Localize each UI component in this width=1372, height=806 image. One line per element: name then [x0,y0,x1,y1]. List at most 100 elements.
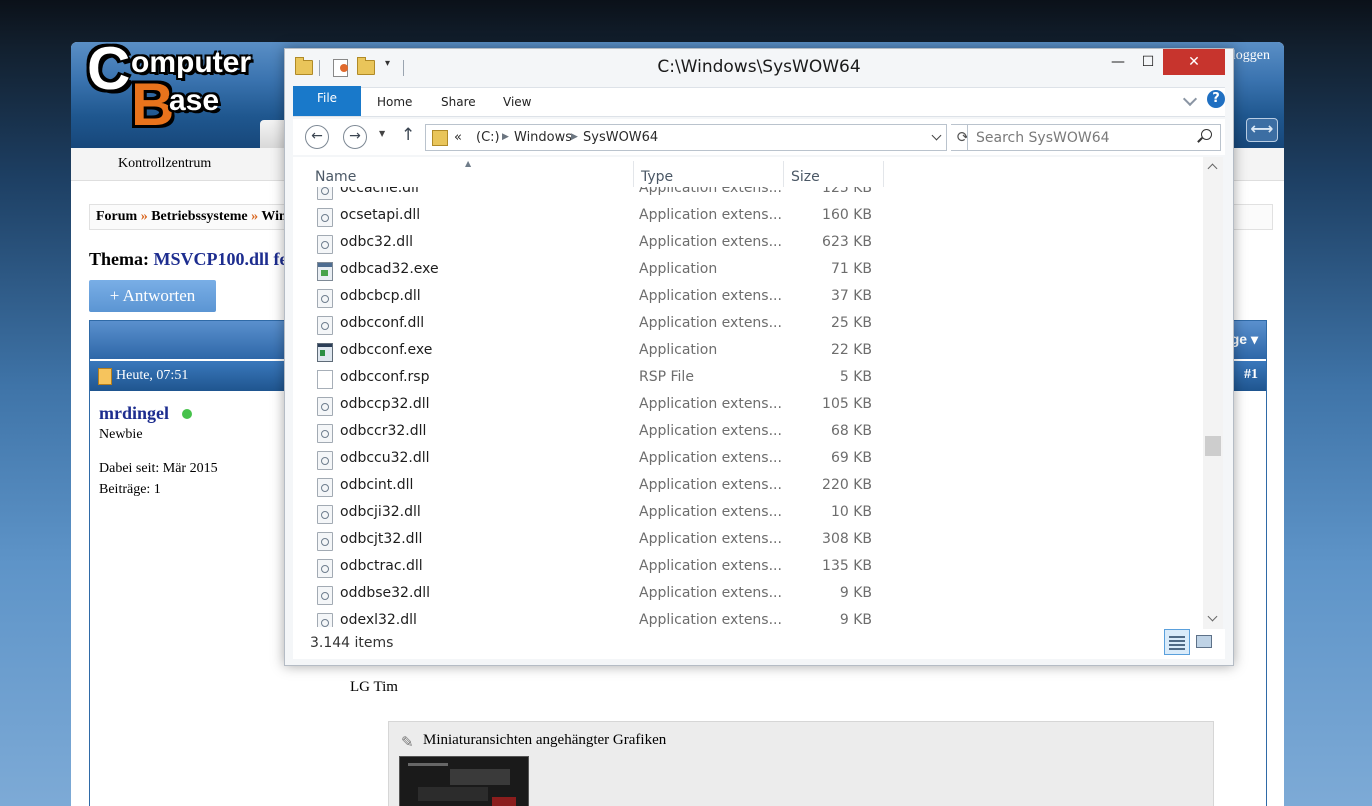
file-type: Application extens... [639,477,782,493]
thread-tools-dropdown[interactable]: ge ▾ [1231,331,1258,348]
back-button[interactable]: ← [305,125,329,149]
address-bar[interactable]: « (C:) ▶ Windows ▶ SysWOW64 [425,124,947,151]
swap-arrows-icon[interactable]: ⟷ [1246,118,1278,142]
file-size: 105 KB [822,396,872,412]
file-row[interactable]: odbc32.dll Application extens... 623 KB [293,230,1203,257]
tab-share[interactable]: Share [441,88,476,116]
address-crumb-syswow64[interactable]: SysWOW64 [583,125,658,150]
file-type: Application extens... [639,288,782,304]
file-name[interactable]: odbc32.dll [340,234,413,250]
column-name[interactable]: Name [315,169,356,185]
breadcrumb-item[interactable]: Betriebssysteme [151,209,247,224]
breadcrumb-item[interactable]: Win [261,209,286,224]
maximize-button[interactable]: ☐ [1133,49,1163,75]
forward-button[interactable]: → [343,125,367,149]
vertical-scrollbar[interactable] [1203,157,1223,629]
file-row[interactable]: odbccr32.dll Application extens... 68 KB [293,419,1203,446]
address-crumb-windows[interactable]: Windows [514,125,572,150]
file-type: Application extens... [639,396,782,412]
file-name[interactable]: odbcad32.exe [340,261,439,277]
navigation-bar: ← → ▼ ↑ « (C:) ▶ Windows ▶ SysWOW64 ⟳ [293,119,1225,155]
tab-view[interactable]: View [503,88,531,116]
file-name[interactable]: odbcconf.dll [340,315,424,331]
file-name[interactable]: odbccu32.dll [340,450,430,466]
title-bar[interactable]: ▾ C:\Windows\SysWOW64 — ☐ ✕ [285,49,1233,85]
file-name[interactable]: odexl32.dll [340,612,417,627]
attachments-box: ✎ Miniaturansichten angehängter Grafiken [388,721,1214,806]
post-number-link[interactable]: #1 [1244,367,1258,383]
login-link[interactable]: loggen [1232,48,1270,64]
scroll-thumb[interactable] [1205,435,1221,456]
address-overflow[interactable]: « [454,125,462,150]
reply-button[interactable]: + Antworten [89,280,216,312]
minimize-button[interactable]: — [1103,49,1133,75]
file-name[interactable]: ocsetapi.dll [340,207,420,223]
details-view-button[interactable] [1164,629,1190,655]
scroll-down-icon[interactable] [1207,611,1218,622]
logo-text-base: ase [169,84,220,117]
file-row[interactable]: occache.dll Application extens... 125 KB [293,187,1203,203]
file-name[interactable]: odbctrac.dll [340,558,423,574]
address-dropdown-icon[interactable] [931,130,942,141]
chevron-right-icon[interactable]: ▶ [502,125,509,150]
logo-letter-b: B [131,71,175,138]
thread-title-label: Thema: [89,249,149,269]
recent-locations-icon[interactable]: ▼ [379,129,385,138]
column-size[interactable]: Size [791,169,820,185]
computerbase-logo[interactable]: C omputer B ase [81,42,281,146]
help-icon[interactable]: ? [1207,90,1225,108]
attachment-thumbnail[interactable] [399,756,529,806]
file-name[interactable]: occache.dll [340,187,419,196]
file-row[interactable]: odbcjt32.dll Application extens... 308 KB [293,527,1203,554]
file-row[interactable]: odbccu32.dll Application extens... 69 KB [293,446,1203,473]
thread-title-link[interactable]: MSVCP100.dll feh [154,249,298,269]
divider[interactable] [633,161,634,187]
file-row[interactable]: odbcint.dll Application extens... 220 KB [293,473,1203,500]
tab-file[interactable]: File [293,86,361,116]
file-name[interactable]: odbcbcp.dll [340,288,421,304]
close-button[interactable]: ✕ [1163,49,1225,75]
file-name[interactable]: odbcint.dll [340,477,413,493]
file-name[interactable]: odbccr32.dll [340,423,426,439]
file-name[interactable]: odbcconf.exe [340,342,432,358]
search-input[interactable] [974,127,1193,148]
address-crumb-drive[interactable]: (C:) [476,125,500,150]
file-type: Application extens... [639,187,782,196]
file-row[interactable]: odbcad32.exe Application 71 KB [293,257,1203,284]
item-count: 3.144 items [310,635,394,651]
username-link[interactable]: mrdingel [99,403,169,424]
file-name[interactable]: odbcji32.dll [340,504,421,520]
scroll-up-icon[interactable] [1207,163,1218,174]
large-icons-view-button[interactable] [1192,629,1216,653]
file-name[interactable]: odbccp32.dll [340,396,430,412]
file-row[interactable]: oddbse32.dll Application extens... 9 KB [293,581,1203,608]
divider[interactable] [883,161,884,187]
file-row[interactable]: odbctrac.dll Application extens... 135 KB [293,554,1203,581]
file-type: Application extens... [639,504,782,520]
file-row[interactable]: odbccp32.dll Application extens... 105 KB [293,392,1203,419]
search-box[interactable] [967,124,1221,151]
file-name[interactable]: odbcconf.rsp [340,369,429,385]
breadcrumb-item[interactable]: Forum [96,209,137,224]
file-name[interactable]: odbcjt32.dll [340,531,422,547]
expand-ribbon-icon[interactable] [1182,91,1198,107]
file-row[interactable]: odbcconf.dll Application extens... 25 KB [293,311,1203,338]
file-row[interactable]: odbcji32.dll Application extens... 10 KB [293,500,1203,527]
tab-home[interactable]: Home [377,88,412,116]
file-row[interactable]: odbcconf.exe Application 22 KB [293,338,1203,365]
search-icon[interactable] [1201,129,1212,140]
file-type: Application [639,261,718,277]
file-row[interactable]: odbcbcp.dll Application extens... 37 KB [293,284,1203,311]
breadcrumb-separator: » [251,209,259,224]
nav-kontrollzentrum[interactable]: Kontrollzentrum [118,156,211,172]
column-type[interactable]: Type [641,169,673,185]
application-icon [317,343,333,362]
file-row[interactable]: ocsetapi.dll Application extens... 160 KB [293,203,1203,230]
divider[interactable] [783,161,784,187]
file-row[interactable]: odbcconf.rsp RSP File 5 KB [293,365,1203,392]
up-button[interactable]: ↑ [401,125,415,145]
file-name[interactable]: oddbse32.dll [340,585,430,601]
file-type: Application [639,342,718,358]
chevron-right-icon[interactable]: ▶ [571,125,578,150]
file-row[interactable]: odexl32.dll Application extens... 9 KB [293,608,1203,627]
